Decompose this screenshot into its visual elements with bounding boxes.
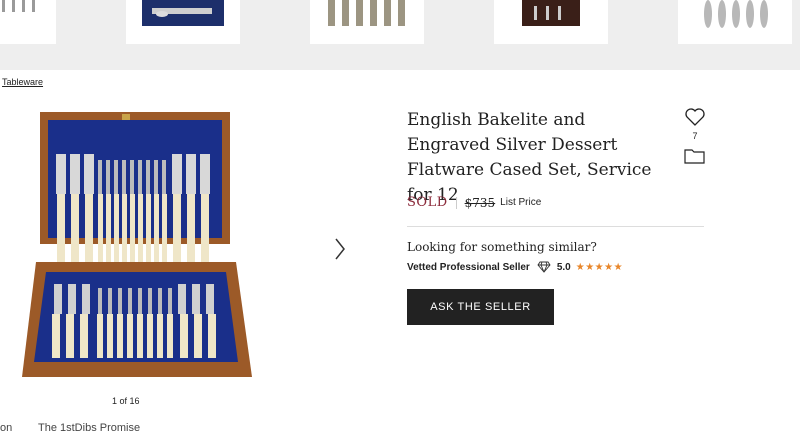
related-items-carousel: [0, 0, 800, 70]
seller-rating: 5.0: [556, 261, 571, 273]
price-divider: [455, 196, 457, 209]
rating-stars-icon: ★★★★★: [575, 261, 624, 273]
similar-prompt: Looking for something similar?: [407, 240, 597, 254]
related-item-thumbnail[interactable]: [494, 0, 608, 44]
ask-the-seller-button[interactable]: ASK THE SELLER: [407, 289, 554, 325]
favorite-count: 7: [692, 131, 698, 141]
footer-link[interactable]: on: [0, 422, 12, 434]
favorite-button[interactable]: 7: [683, 107, 707, 141]
diamond-icon: [537, 261, 551, 273]
image-counter: 1 of 16: [112, 396, 140, 406]
folder-icon: [684, 149, 705, 164]
related-item-thumbnail[interactable]: [310, 0, 424, 44]
list-price-label: List Price: [500, 197, 542, 208]
list-price-value: $735: [464, 195, 496, 210]
footer-promise-link[interactable]: The 1stDibs Promise: [38, 422, 140, 434]
seller-info: Vetted Professional Seller 5.0 ★★★★★: [407, 261, 623, 273]
related-item-thumbnail[interactable]: [0, 0, 56, 44]
next-image-arrow-icon[interactable]: [330, 236, 350, 262]
price-row: SOLD $735 List Price: [407, 195, 541, 210]
related-item-thumbnail[interactable]: [678, 0, 792, 44]
heart-icon: [685, 108, 705, 126]
product-main-image[interactable]: [22, 112, 252, 387]
breadcrumb-tableware[interactable]: Tableware: [2, 77, 43, 87]
related-item-thumbnail[interactable]: [126, 0, 240, 44]
product-title: English Bakelite and Engraved Silver Des…: [407, 110, 652, 205]
section-divider: [407, 226, 704, 227]
save-to-folder-button[interactable]: [684, 147, 705, 169]
seller-badge-label[interactable]: Vetted Professional Seller: [407, 262, 530, 273]
sold-status: SOLD: [407, 195, 448, 210]
